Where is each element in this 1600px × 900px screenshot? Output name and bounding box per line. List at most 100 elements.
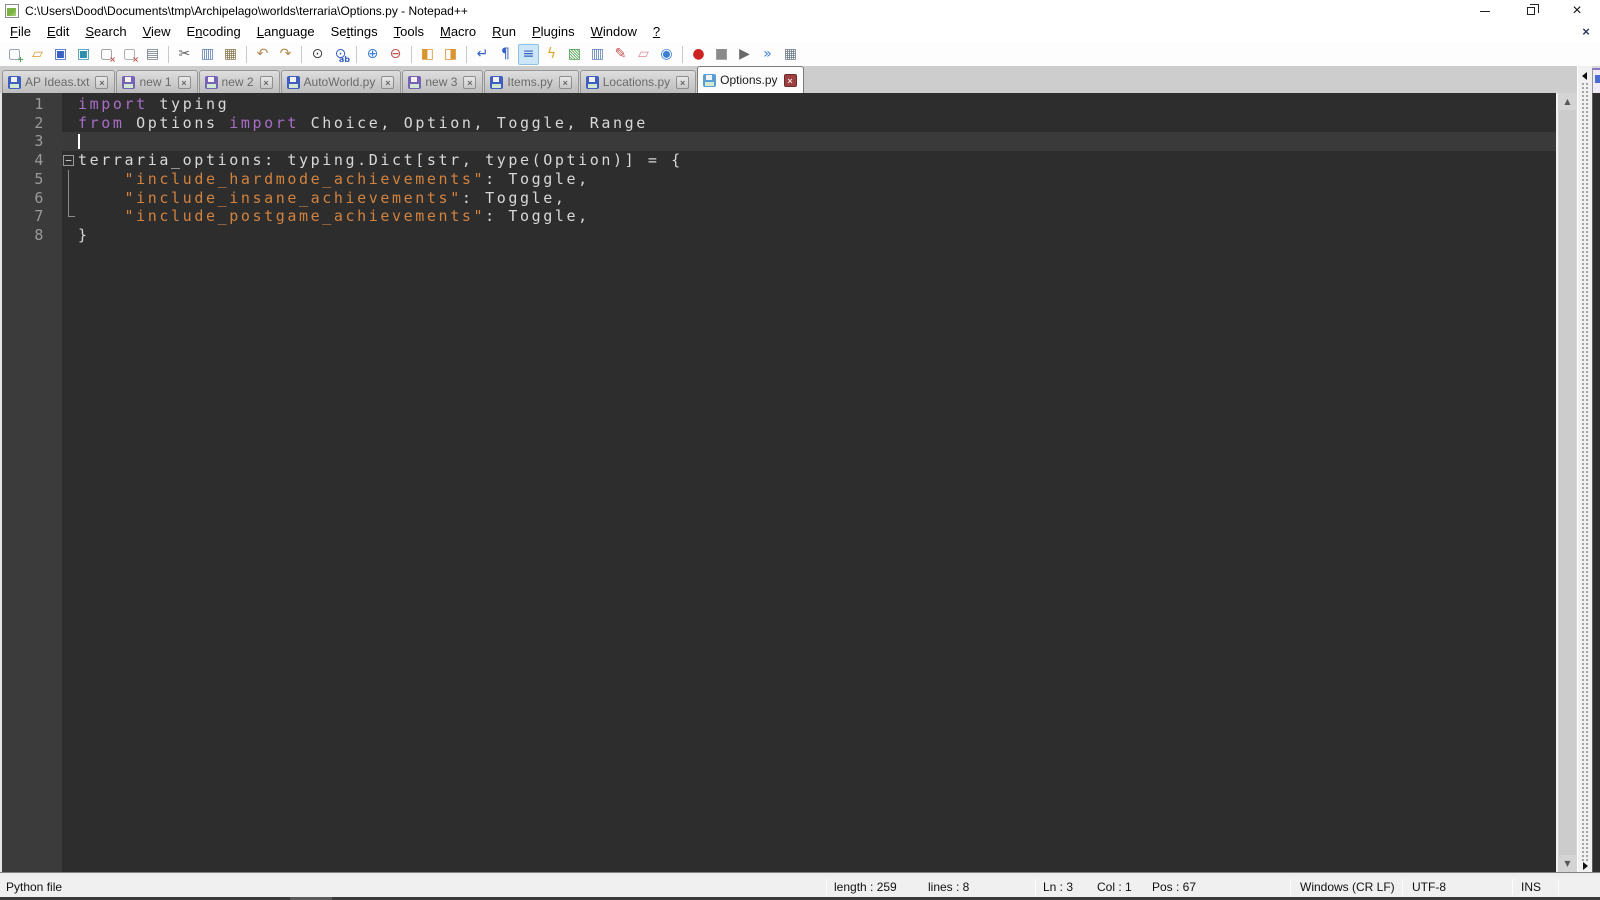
menu-tools[interactable]: Tools — [386, 22, 432, 42]
function-list-button[interactable]: ϟ — [541, 44, 562, 65]
sync-horizontal-button[interactable]: ◨ — [440, 44, 461, 65]
folder-as-workspace-button[interactable]: ▱ — [633, 44, 654, 65]
close-all-button[interactable]: ▢ × — [119, 44, 140, 65]
find-icon: ⊙ — [311, 46, 324, 62]
menu-run[interactable]: Run — [484, 22, 524, 42]
code-line-4[interactable]: 4 − terraria_options: typing.Dict[str, typ… — [0, 151, 1556, 170]
menu-file[interactable]: File — [2, 22, 39, 42]
tab-label: Options.py — [720, 73, 778, 87]
fold-margin[interactable]: − — [62, 151, 78, 170]
tab-close-icon[interactable]: × — [558, 75, 572, 89]
menubar-close-button[interactable]: × — [1578, 23, 1594, 41]
tab-close-icon[interactable]: × — [95, 75, 109, 89]
macro-run-multiple-icon: » — [763, 46, 772, 62]
scroll-down-icon[interactable]: ▼ — [1558, 855, 1577, 872]
code-line-5[interactable]: 5 "include_hardmode_achievements": Toggl… — [0, 169, 1556, 189]
tab-close-icon[interactable]: × — [463, 75, 477, 89]
indent-guide-button[interactable]: ≡ — [518, 43, 539, 65]
tab-close-icon[interactable]: × — [259, 75, 273, 89]
editor[interactable]: 1 import typing 2 from Options import Choic… — [0, 93, 1556, 872]
close-button[interactable]: ▢ × — [96, 44, 117, 65]
macro-play-icon: ▶ — [739, 46, 750, 62]
second-view-editor-fragment — [1592, 93, 1600, 872]
menu-edit[interactable]: Edit — [39, 22, 77, 42]
save-all-button[interactable]: ▣ — [73, 44, 94, 65]
close-button[interactable]: × — [1554, 0, 1600, 22]
tab-new-1[interactable]: new 1 × — [116, 70, 198, 93]
sync-vertical-button[interactable]: ◧ — [417, 44, 438, 65]
new-file-button[interactable]: ▢ + — [4, 44, 25, 65]
document-map-button[interactable]: ▧ — [564, 44, 585, 65]
close-badge-icon: × — [109, 54, 116, 64]
close-icon: × — [1572, 2, 1582, 19]
tab-options-py[interactable]: Options.py × — [697, 66, 804, 93]
code-line-7[interactable]: 7 "include_postgame_achievements": Toggl… — [0, 207, 1556, 226]
splitter-grip[interactable] — [1581, 82, 1590, 862]
redo-button[interactable]: ↷ — [275, 44, 296, 65]
restore-button[interactable] — [1508, 0, 1554, 22]
tab-ap-ideas-txt[interactable]: AP Ideas.txt × — [2, 70, 116, 93]
tab-close-icon[interactable]: × — [676, 75, 690, 89]
code-text: import typing — [78, 95, 229, 114]
macro-record-button[interactable]: ● — [688, 44, 709, 65]
minimize-button[interactable] — [1462, 0, 1508, 22]
tab-close-icon[interactable]: × — [381, 75, 395, 89]
code-line-2[interactable]: 2 from Options import Choice, Option, Tog… — [0, 114, 1556, 133]
macro-run-multiple-button[interactable]: » — [757, 44, 778, 65]
menu-settings[interactable]: Settings — [323, 22, 386, 42]
tab-locations-py[interactable]: Locations.py × — [579, 70, 697, 93]
menu-language[interactable]: Language — [249, 22, 323, 42]
tab-autoworld-py[interactable]: AutoWorld.py × — [280, 70, 402, 93]
cut-button[interactable]: ✂ — [174, 44, 195, 65]
toolbar-separator — [301, 45, 302, 63]
menu-view[interactable]: View — [135, 22, 179, 42]
scroll-up-icon[interactable]: ▲ — [1558, 93, 1577, 110]
word-wrap-button[interactable]: ↵ — [472, 44, 493, 65]
tab-bar: AP Ideas.txt × new 1 × new 2 × AutoWorld.py × ne… — [0, 66, 1600, 93]
tab-close-icon[interactable]: × — [177, 75, 191, 89]
find-button[interactable]: ⊙ — [307, 44, 328, 65]
tab-items-py[interactable]: Items.py × — [484, 70, 579, 93]
tab-close-icon[interactable]: × — [783, 73, 797, 87]
status-insert-mode[interactable]: INS — [1521, 880, 1541, 894]
view-splitter[interactable] — [1577, 66, 1592, 872]
undo-button[interactable]: ↶ — [252, 44, 273, 65]
menu-macro[interactable]: Macro — [432, 22, 484, 42]
print-button[interactable]: ▤ — [142, 44, 163, 65]
code-line-1[interactable]: 1 import typing — [0, 95, 1556, 114]
macro-stop-button[interactable]: ■ — [711, 44, 732, 65]
macro-play-button[interactable]: ▶ — [734, 44, 755, 65]
document-list-button[interactable]: ▥ — [587, 44, 608, 65]
code-text: "include_insane_achievements": Toggle, — [78, 189, 567, 208]
code-line-3[interactable]: 3 — [0, 132, 1556, 152]
vertical-scrollbar[interactable]: ▲ ▼ — [1558, 93, 1577, 872]
tab-new-2[interactable]: new 2 × — [198, 70, 280, 93]
menu-window[interactable]: Window — [583, 22, 645, 42]
file-monitoring-button[interactable]: ◉ — [656, 44, 677, 65]
zoom-out-button[interactable]: ⊖ — [385, 44, 406, 65]
fold-margin — [62, 188, 78, 208]
macro-stop-icon: ■ — [714, 46, 729, 62]
open-file-button[interactable]: ▱ — [27, 44, 48, 65]
second-view-tab-fragment[interactable] — [1592, 68, 1600, 93]
splitter-arrow-left-icon[interactable] — [1582, 72, 1587, 80]
paste-button[interactable]: ▦ — [220, 44, 241, 65]
replace-button[interactable]: ⊙ ab — [330, 44, 351, 65]
code-line-8[interactable]: 8} — [0, 226, 1556, 245]
copy-button[interactable]: ▥ — [197, 44, 218, 65]
save-button[interactable]: ▣ — [50, 44, 71, 65]
code-line-6[interactable]: 6 "include_insane_achievements": Toggle, — [0, 188, 1556, 208]
menu-search[interactable]: Search — [77, 22, 134, 42]
splitter-arrow-right-icon[interactable] — [1583, 862, 1588, 870]
menu-plugins[interactable]: Plugins — [524, 22, 583, 42]
document-switcher-button[interactable]: ✎ — [610, 44, 631, 65]
macro-save-button[interactable]: ▦ — [780, 44, 801, 65]
zoom-in-button[interactable]: ⊕ — [362, 44, 383, 65]
scrollbar-thumb[interactable] — [1559, 110, 1576, 855]
menu-encoding[interactable]: Encoding — [179, 22, 249, 42]
menu-?[interactable]: ? — [645, 22, 668, 42]
tab-new-3[interactable]: new 3 × — [402, 70, 484, 93]
show-all-characters-button[interactable]: ¶ — [495, 44, 516, 65]
text-caret — [78, 134, 80, 150]
